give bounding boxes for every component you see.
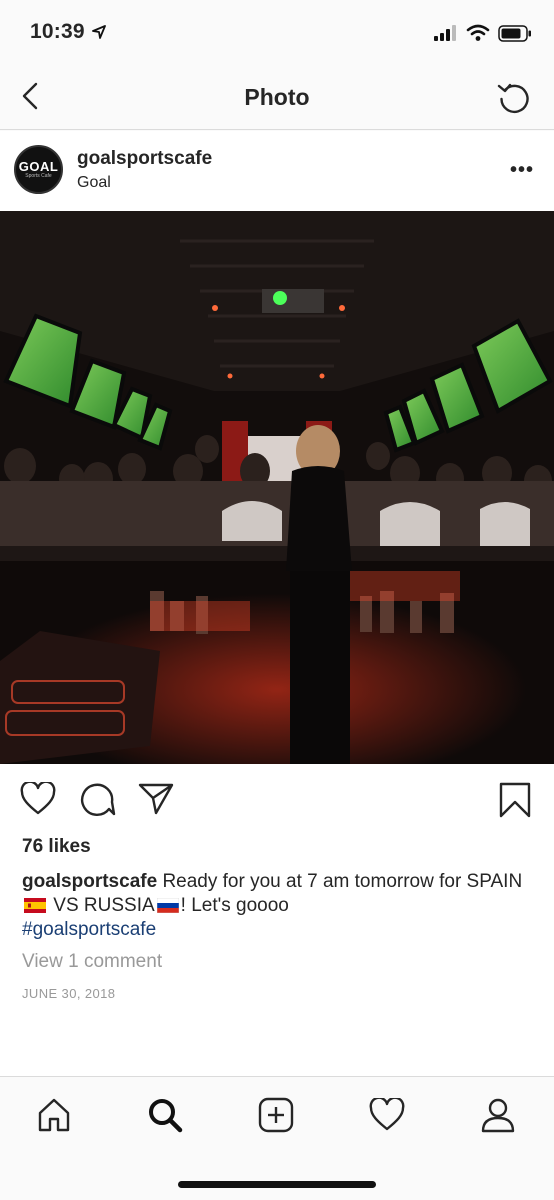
more-horizontal-icon[interactable]: ••• <box>510 159 534 182</box>
heart-icon <box>369 1098 405 1131</box>
refresh-icon[interactable] <box>496 79 532 115</box>
tab-add[interactable] <box>256 1095 296 1135</box>
post-caption: goalsportscafe Ready for you at 7 am tom… <box>22 870 537 942</box>
add-icon <box>258 1097 294 1133</box>
tab-profile[interactable] <box>478 1095 518 1135</box>
top-nav-bar: Photo <box>0 62 554 130</box>
status-bar: 10:39 <box>0 0 554 62</box>
caption-text-part1: Ready for you at 7 am tomorrow for SPAIN <box>162 871 523 892</box>
caption-hashtag[interactable]: #goalsportscafe <box>22 919 156 940</box>
comment-icon[interactable] <box>80 782 116 818</box>
wifi-icon <box>466 24 490 41</box>
post-username[interactable]: goalsportscafe <box>77 148 212 170</box>
avatar-logo-text: GOAL <box>18 159 59 174</box>
heart-icon[interactable] <box>20 782 56 816</box>
tab-home[interactable] <box>34 1095 74 1135</box>
status-time: 10:39 <box>30 20 85 43</box>
view-comments-link[interactable]: View 1 comment <box>22 951 162 973</box>
spain-flag-icon <box>24 898 46 913</box>
post-actions-section: 76 likes goalsportscafe Ready for you at… <box>0 764 554 1076</box>
caption-text-part2: VS RUSSIA <box>53 895 155 916</box>
avatar[interactable]: GOAL Sports Cafe <box>14 145 63 194</box>
page-title: Photo <box>244 84 310 110</box>
paper-plane-icon[interactable] <box>138 782 174 816</box>
avatar-logo-subtext: Sports Cafe <box>25 173 52 179</box>
caption-text-part3: ! Let's goooo <box>180 895 289 916</box>
battery-icon <box>498 24 531 42</box>
bookmark-icon[interactable] <box>498 782 532 818</box>
bar-scene-image <box>0 211 554 764</box>
tab-search[interactable] <box>145 1095 185 1135</box>
post-date: JUNE 30, 2018 <box>22 986 116 1001</box>
home-indicator <box>178 1181 376 1188</box>
profile-icon <box>481 1098 515 1133</box>
likes-count[interactable]: 76 likes <box>22 836 91 858</box>
signal-icon <box>434 25 456 41</box>
location-arrow-icon <box>92 25 106 39</box>
search-icon <box>149 1099 183 1133</box>
post-photo[interactable] <box>0 211 554 764</box>
post-location[interactable]: Goal <box>77 174 111 192</box>
russia-flag-icon <box>156 898 179 913</box>
caption-username[interactable]: goalsportscafe <box>22 871 157 892</box>
home-icon <box>38 1098 70 1132</box>
post-header: GOAL Sports Cafe goalsportscafe Goal ••• <box>0 131 554 211</box>
tab-activity[interactable] <box>367 1095 407 1135</box>
